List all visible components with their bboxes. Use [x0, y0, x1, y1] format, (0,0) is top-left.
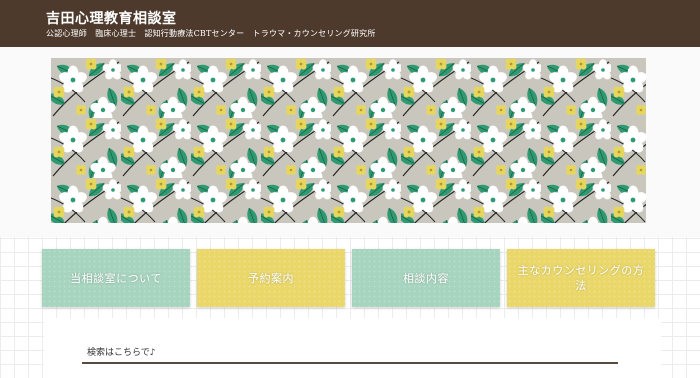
nav-tile-consultation[interactable]: 相談内容: [352, 249, 500, 307]
nav-tile-counseling-methods[interactable]: 主なカウンセリングの方法: [507, 249, 655, 307]
search-heading: 検索はこちらで♪: [87, 348, 156, 358]
search-divider: [82, 362, 618, 364]
site-tagline: 公認心理師 臨床心理士 認知行動療法CBTセンター トラウマ・カウンセリング研究…: [46, 29, 376, 38]
nav-tile-reservation[interactable]: 予約案内: [197, 249, 345, 307]
site-header: 吉田心理教育相談室 公認心理師 臨床心理士 認知行動療法CBTセンター トラウマ…: [0, 0, 700, 47]
nav-tile-about[interactable]: 当相談室について: [42, 249, 190, 307]
site-title[interactable]: 吉田心理教育相談室: [46, 8, 177, 28]
floral-pattern-banner: [51, 58, 646, 223]
